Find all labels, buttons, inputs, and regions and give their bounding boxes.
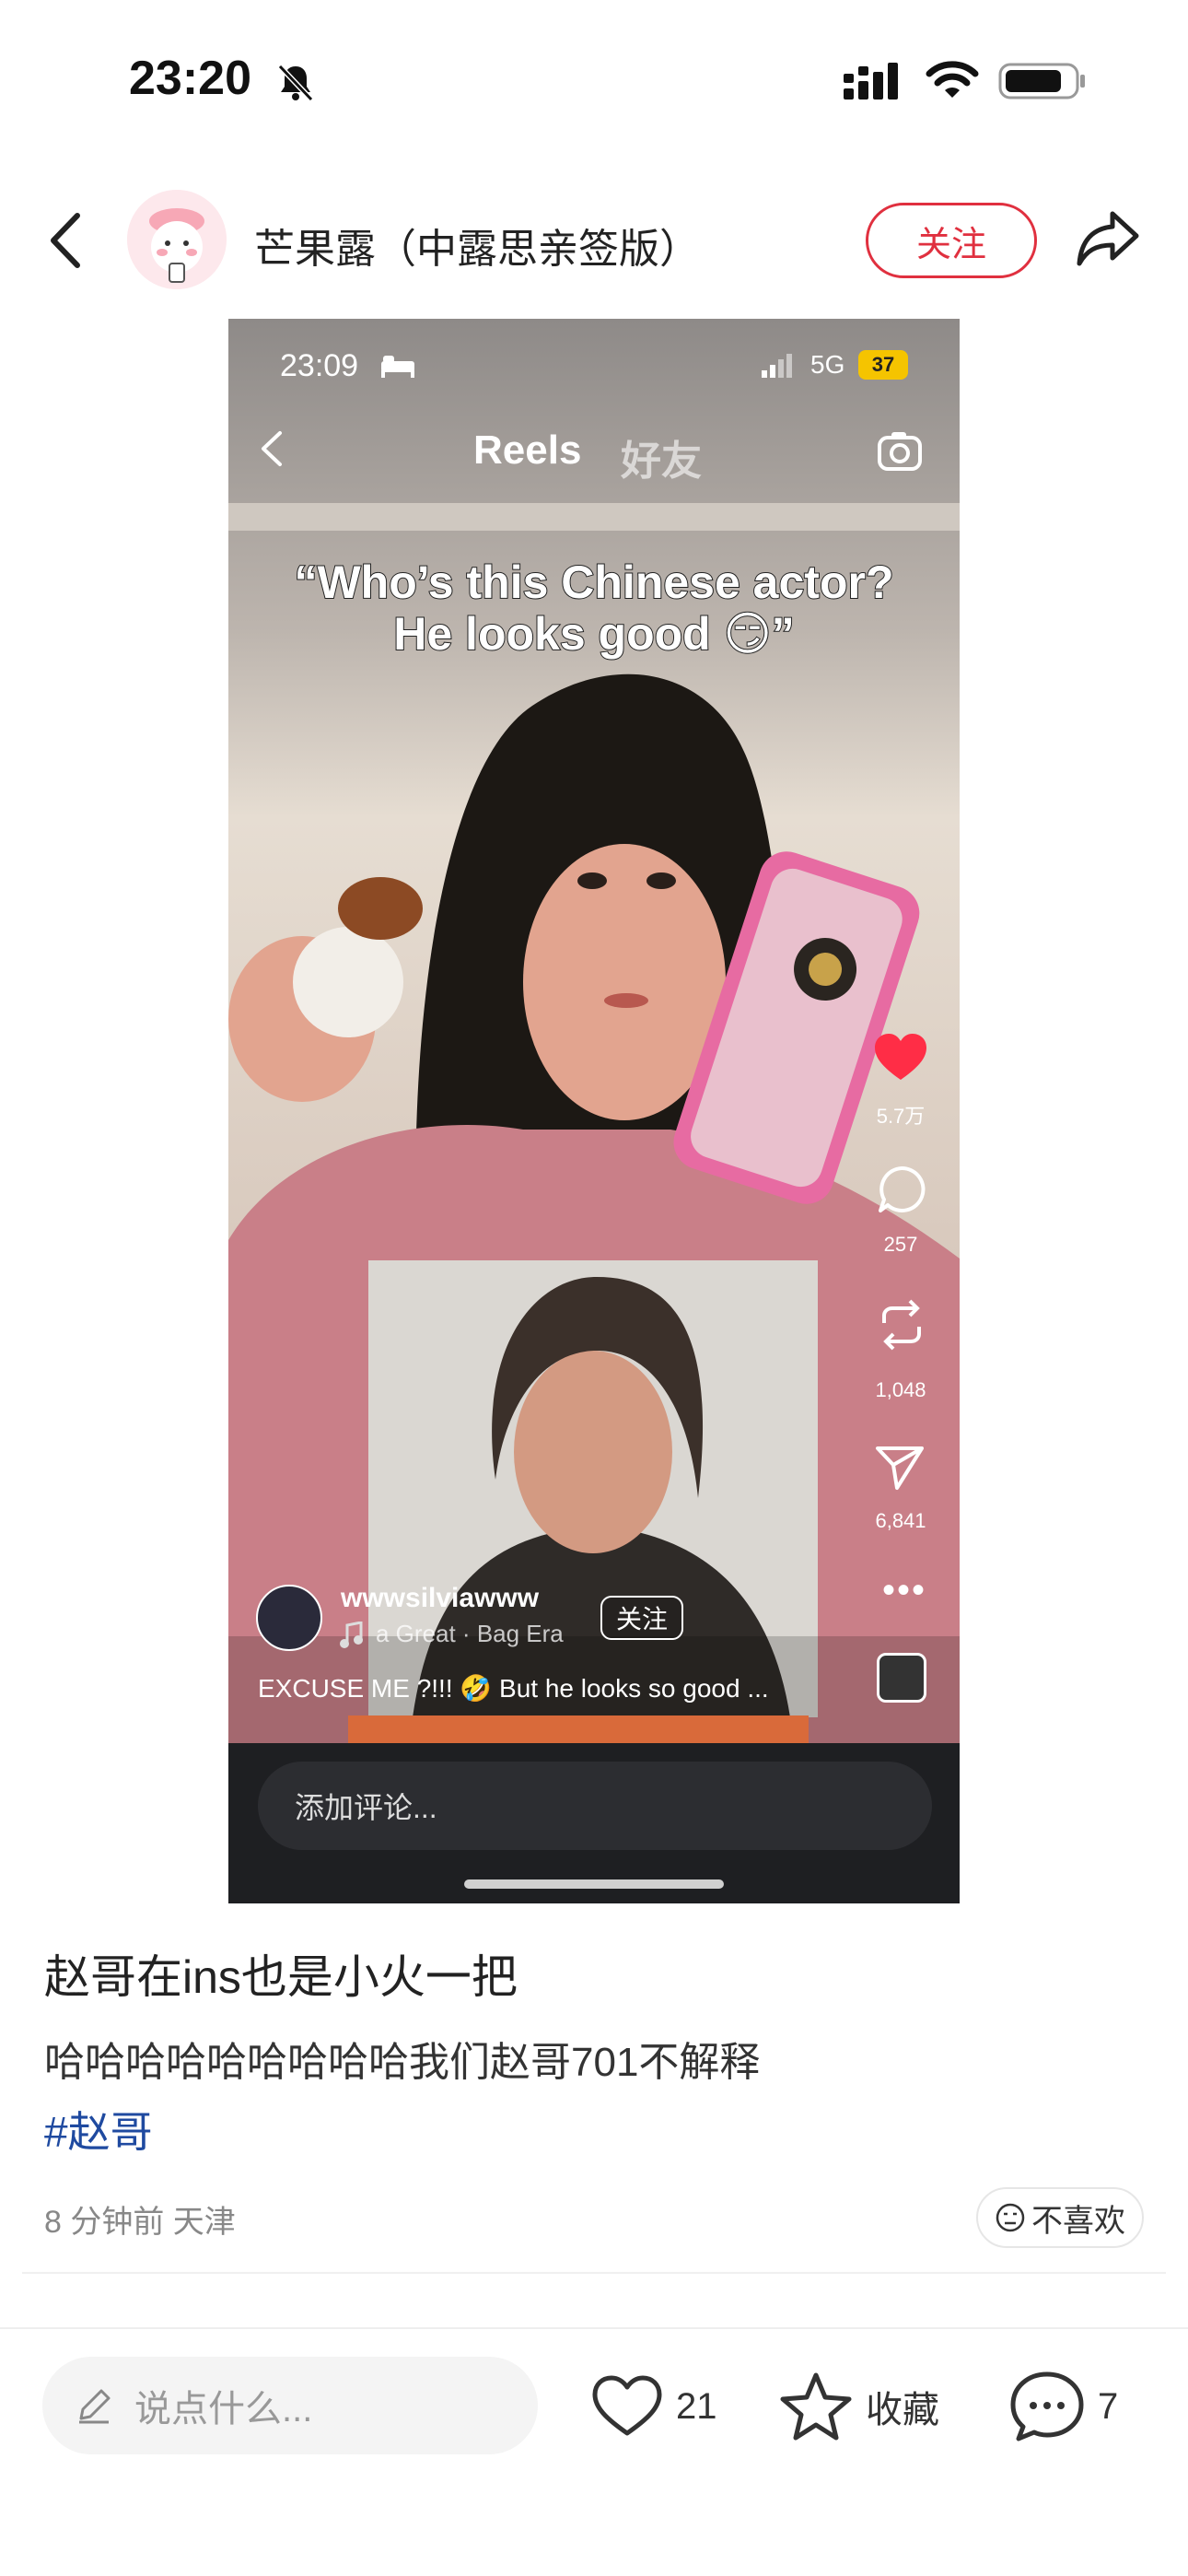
media-like-count: 5.7万 <box>876 1105 926 1128</box>
post-media[interactable]: 23:09 5G 37 Reels 好友 “Who’s this Chinese… <box>228 319 960 1903</box>
media-home-indicator <box>464 1879 724 1889</box>
heart-icon <box>592 2375 662 2436</box>
like-count: 21 <box>676 2385 717 2427</box>
dislike-button[interactable]: 不喜欢 <box>976 2187 1144 2248</box>
comment-count: 7 <box>1098 2385 1119 2427</box>
media-share-count: 6,841 <box>875 1509 926 1532</box>
comment-icon <box>1010 2371 1084 2441</box>
media-comment-count: 257 <box>883 1233 918 1256</box>
media-username: wwwsilviawww <box>341 1583 540 1613</box>
bell-muted-icon <box>277 64 314 102</box>
media-back-icon <box>262 431 282 466</box>
dislike-label: 不喜欢 <box>1031 2203 1125 2239</box>
follow-button[interactable]: 关注 <box>866 203 1037 278</box>
like-button[interactable]: 21 <box>591 2368 717 2445</box>
back-button[interactable] <box>44 208 90 273</box>
battery-icon <box>998 63 1085 100</box>
cellular-signal-icon <box>844 63 898 100</box>
collect-button[interactable]: 收藏 <box>779 2368 939 2445</box>
media-battery-badge: 37 <box>858 350 908 380</box>
media-music-label: a Great · Bag Era <box>376 1620 564 1647</box>
collect-label: 收藏 <box>866 2390 939 2430</box>
post-meta: 8 分钟前 天津 <box>44 2205 236 2240</box>
post-body: 哈哈哈哈哈哈哈哈哈我们赵哥701不解释 <box>44 2040 761 2085</box>
avatar-illustration <box>127 190 227 289</box>
media-follow-button: 关注 <box>600 1596 683 1640</box>
repost-icon <box>882 1299 921 1351</box>
media-tab-friends: 好友 <box>621 439 702 484</box>
comment-input-placeholder: 说点什么... <box>134 2389 313 2430</box>
media-caption-line-1: “Who’s this Chinese actor? <box>293 556 894 609</box>
comment-bubble-icon <box>879 1165 926 1212</box>
media-description: EXCUSE ME ?!!! 🤣 But he looks so good ..… <box>258 1674 769 1703</box>
media-caption-line-2: He looks good 😏” <box>392 607 795 661</box>
media-user-avatar <box>256 1585 322 1651</box>
wifi-icon <box>926 61 979 98</box>
media-network-label: 5G <box>810 350 845 379</box>
paper-plane-icon <box>876 1446 924 1490</box>
avatar[interactable] <box>127 190 227 289</box>
status-time: 23:20 <box>129 52 251 105</box>
media-caption: “Who’s this Chinese actor? He looks good… <box>228 556 960 661</box>
camera-icon <box>878 432 922 471</box>
reel-video-frame <box>228 319 960 1743</box>
star-icon <box>780 2372 852 2441</box>
audio-thumbnail <box>877 1653 926 1703</box>
post-title: 赵哥在ins也是小火一把 <box>44 1951 518 2003</box>
pencil-icon <box>79 2389 111 2424</box>
music-note-icon <box>340 1622 363 1648</box>
comment-input[interactable]: 说点什么... <box>42 2357 538 2454</box>
heart-filled-icon <box>875 1034 926 1080</box>
media-repost-count: 1,048 <box>875 1378 926 1401</box>
sleep-mode-icon <box>381 356 414 378</box>
comments-button[interactable]: 7 <box>1009 2368 1118 2445</box>
divider <box>22 2272 1166 2274</box>
frown-face-icon <box>996 2203 1025 2232</box>
media-status-time: 23:09 <box>280 348 359 383</box>
bottom-bar-border <box>0 2327 1188 2329</box>
post-hashtag[interactable]: #赵哥 <box>44 2099 153 2160</box>
media-tab-reels: Reels <box>473 427 582 473</box>
share-icon[interactable] <box>1074 205 1142 273</box>
more-options-icon: ••• <box>882 1570 927 1610</box>
author-name[interactable]: 芒果露（中露思亲签版） <box>254 216 700 275</box>
media-comment-box: 添加评论... <box>258 1762 932 1850</box>
media-signal-icon <box>762 354 792 378</box>
